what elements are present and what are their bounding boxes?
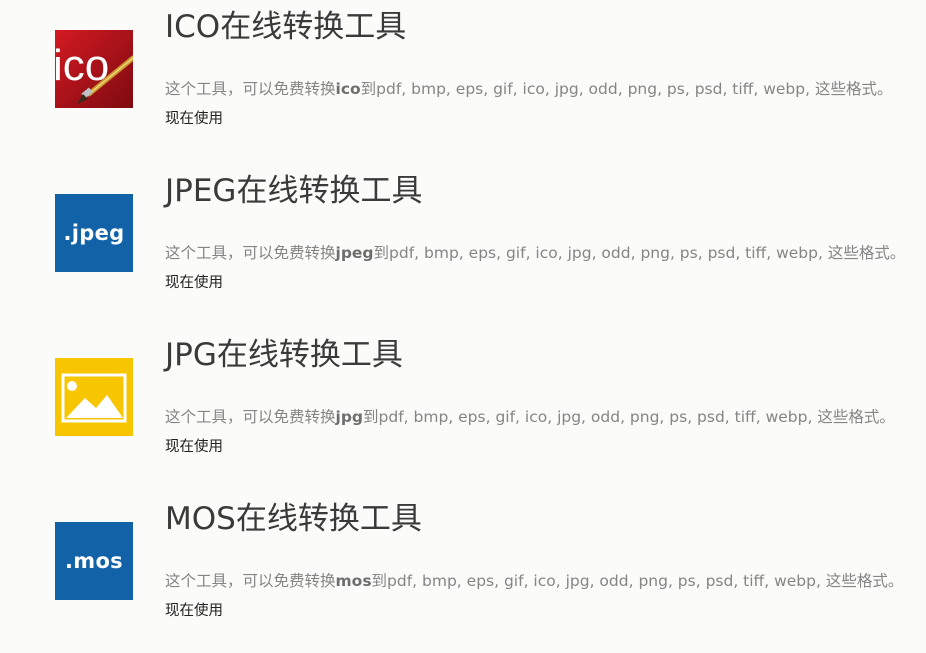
tool-list: ico ICO在线转换工具 这个工具，可以免费转换ico到pdf, bmp, e… [0, 0, 926, 653]
format-name: ico [335, 80, 361, 98]
format-name: jpeg [335, 244, 374, 262]
tool-description: 这个工具，可以免费转换jpeg到pdf, bmp, eps, gif, ico,… [165, 244, 906, 262]
tool-title[interactable]: JPEG在线转换工具 [165, 170, 422, 212]
tool-card-jpeg: .jpeg JPEG在线转换工具 这个工具，可以免费转换jpeg到pdf, bm… [0, 164, 926, 324]
tool-title[interactable]: MOS在线转换工具 [165, 498, 422, 540]
tool-title[interactable]: ICO在线转换工具 [165, 6, 406, 48]
use-now-link[interactable]: 现在使用 [165, 437, 223, 457]
jpeg-file-icon[interactable]: .jpeg [55, 194, 133, 272]
use-now-link[interactable]: 现在使用 [165, 273, 223, 293]
format-name: jpg [335, 408, 364, 426]
use-now-link[interactable]: 现在使用 [165, 109, 223, 129]
tool-description: 这个工具，可以免费转换jpg到pdf, bmp, eps, gif, ico, … [165, 408, 895, 426]
tool-card-mos: .mos MOS在线转换工具 这个工具，可以免费转换mos到pdf, bmp, … [0, 492, 926, 652]
mos-file-icon[interactable]: .mos [55, 522, 133, 600]
use-now-link[interactable]: 现在使用 [165, 601, 223, 621]
tool-card-jpg: JPG在线转换工具 这个工具，可以免费转换jpg到pdf, bmp, eps, … [0, 328, 926, 488]
tool-title[interactable]: JPG在线转换工具 [165, 334, 403, 376]
image-picture-icon[interactable] [55, 358, 133, 436]
format-name: mos [335, 572, 372, 590]
ico-paintbrush-icon[interactable]: ico [55, 30, 133, 108]
tool-description: 这个工具，可以免费转换ico到pdf, bmp, eps, gif, ico, … [165, 80, 893, 98]
tool-description: 这个工具，可以免费转换mos到pdf, bmp, eps, gif, ico, … [165, 572, 904, 590]
tool-card-ico: ico ICO在线转换工具 这个工具，可以免费转换ico到pdf, bmp, e… [0, 0, 926, 160]
